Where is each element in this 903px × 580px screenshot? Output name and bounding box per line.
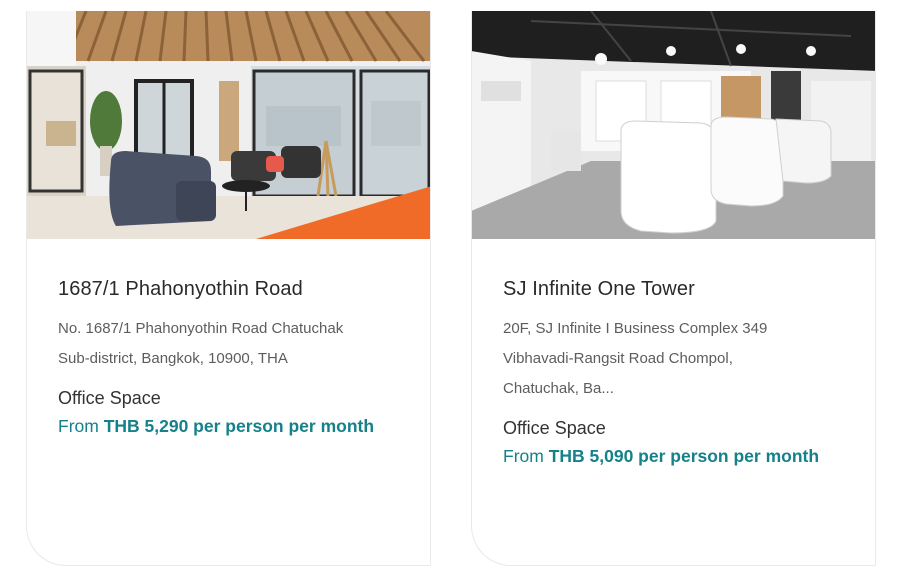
address-line: 20F, SJ Infinite I Business Complex 349 [503,320,768,337]
product-type: Office Space [503,418,606,438]
price-prefix: From [58,416,99,436]
address-line: Chatuchak, Ba... [503,380,614,397]
listing-title[interactable]: SJ Infinite One Tower [503,276,855,302]
price-value: THB 5,090 per person per month [548,446,820,466]
listing-photo[interactable] [472,11,875,239]
listing-address: No. 1687/1 Phahonyothin Road Chatuchak S… [58,314,410,374]
price-text: From THB 5,290 per person per month [58,412,410,440]
listing-title[interactable]: 1687/1 Phahonyothin Road [58,276,410,302]
listing-body: SJ Infinite One Tower 20F, SJ Infinite I… [503,276,855,470]
coworking-photo-illustration [472,11,875,239]
address-line: No. 1687/1 Phahonyothin Road Chatuchak [58,320,344,337]
listing-card[interactable]: 1687/1 Phahonyothin Road No. 1687/1 Phah… [26,11,431,566]
product-type: Office Space [58,388,161,408]
listing-body: 1687/1 Phahonyothin Road No. 1687/1 Phah… [58,276,410,440]
address-line: Sub-district, Bangkok, 10900, THA [58,350,288,367]
listing-photo[interactable] [27,11,430,239]
price-prefix: From [503,446,544,466]
address-line: Vibhavadi-Rangsit Road Chompol, [503,350,733,367]
price-text: From THB 5,090 per person per month [503,442,855,470]
listing-address: 20F, SJ Infinite I Business Complex 349 … [503,314,855,404]
price-value: THB 5,290 per person per month [103,416,375,436]
listing-card[interactable]: SJ Infinite One Tower 20F, SJ Infinite I… [471,11,876,566]
lounge-photo-illustration [27,11,430,239]
